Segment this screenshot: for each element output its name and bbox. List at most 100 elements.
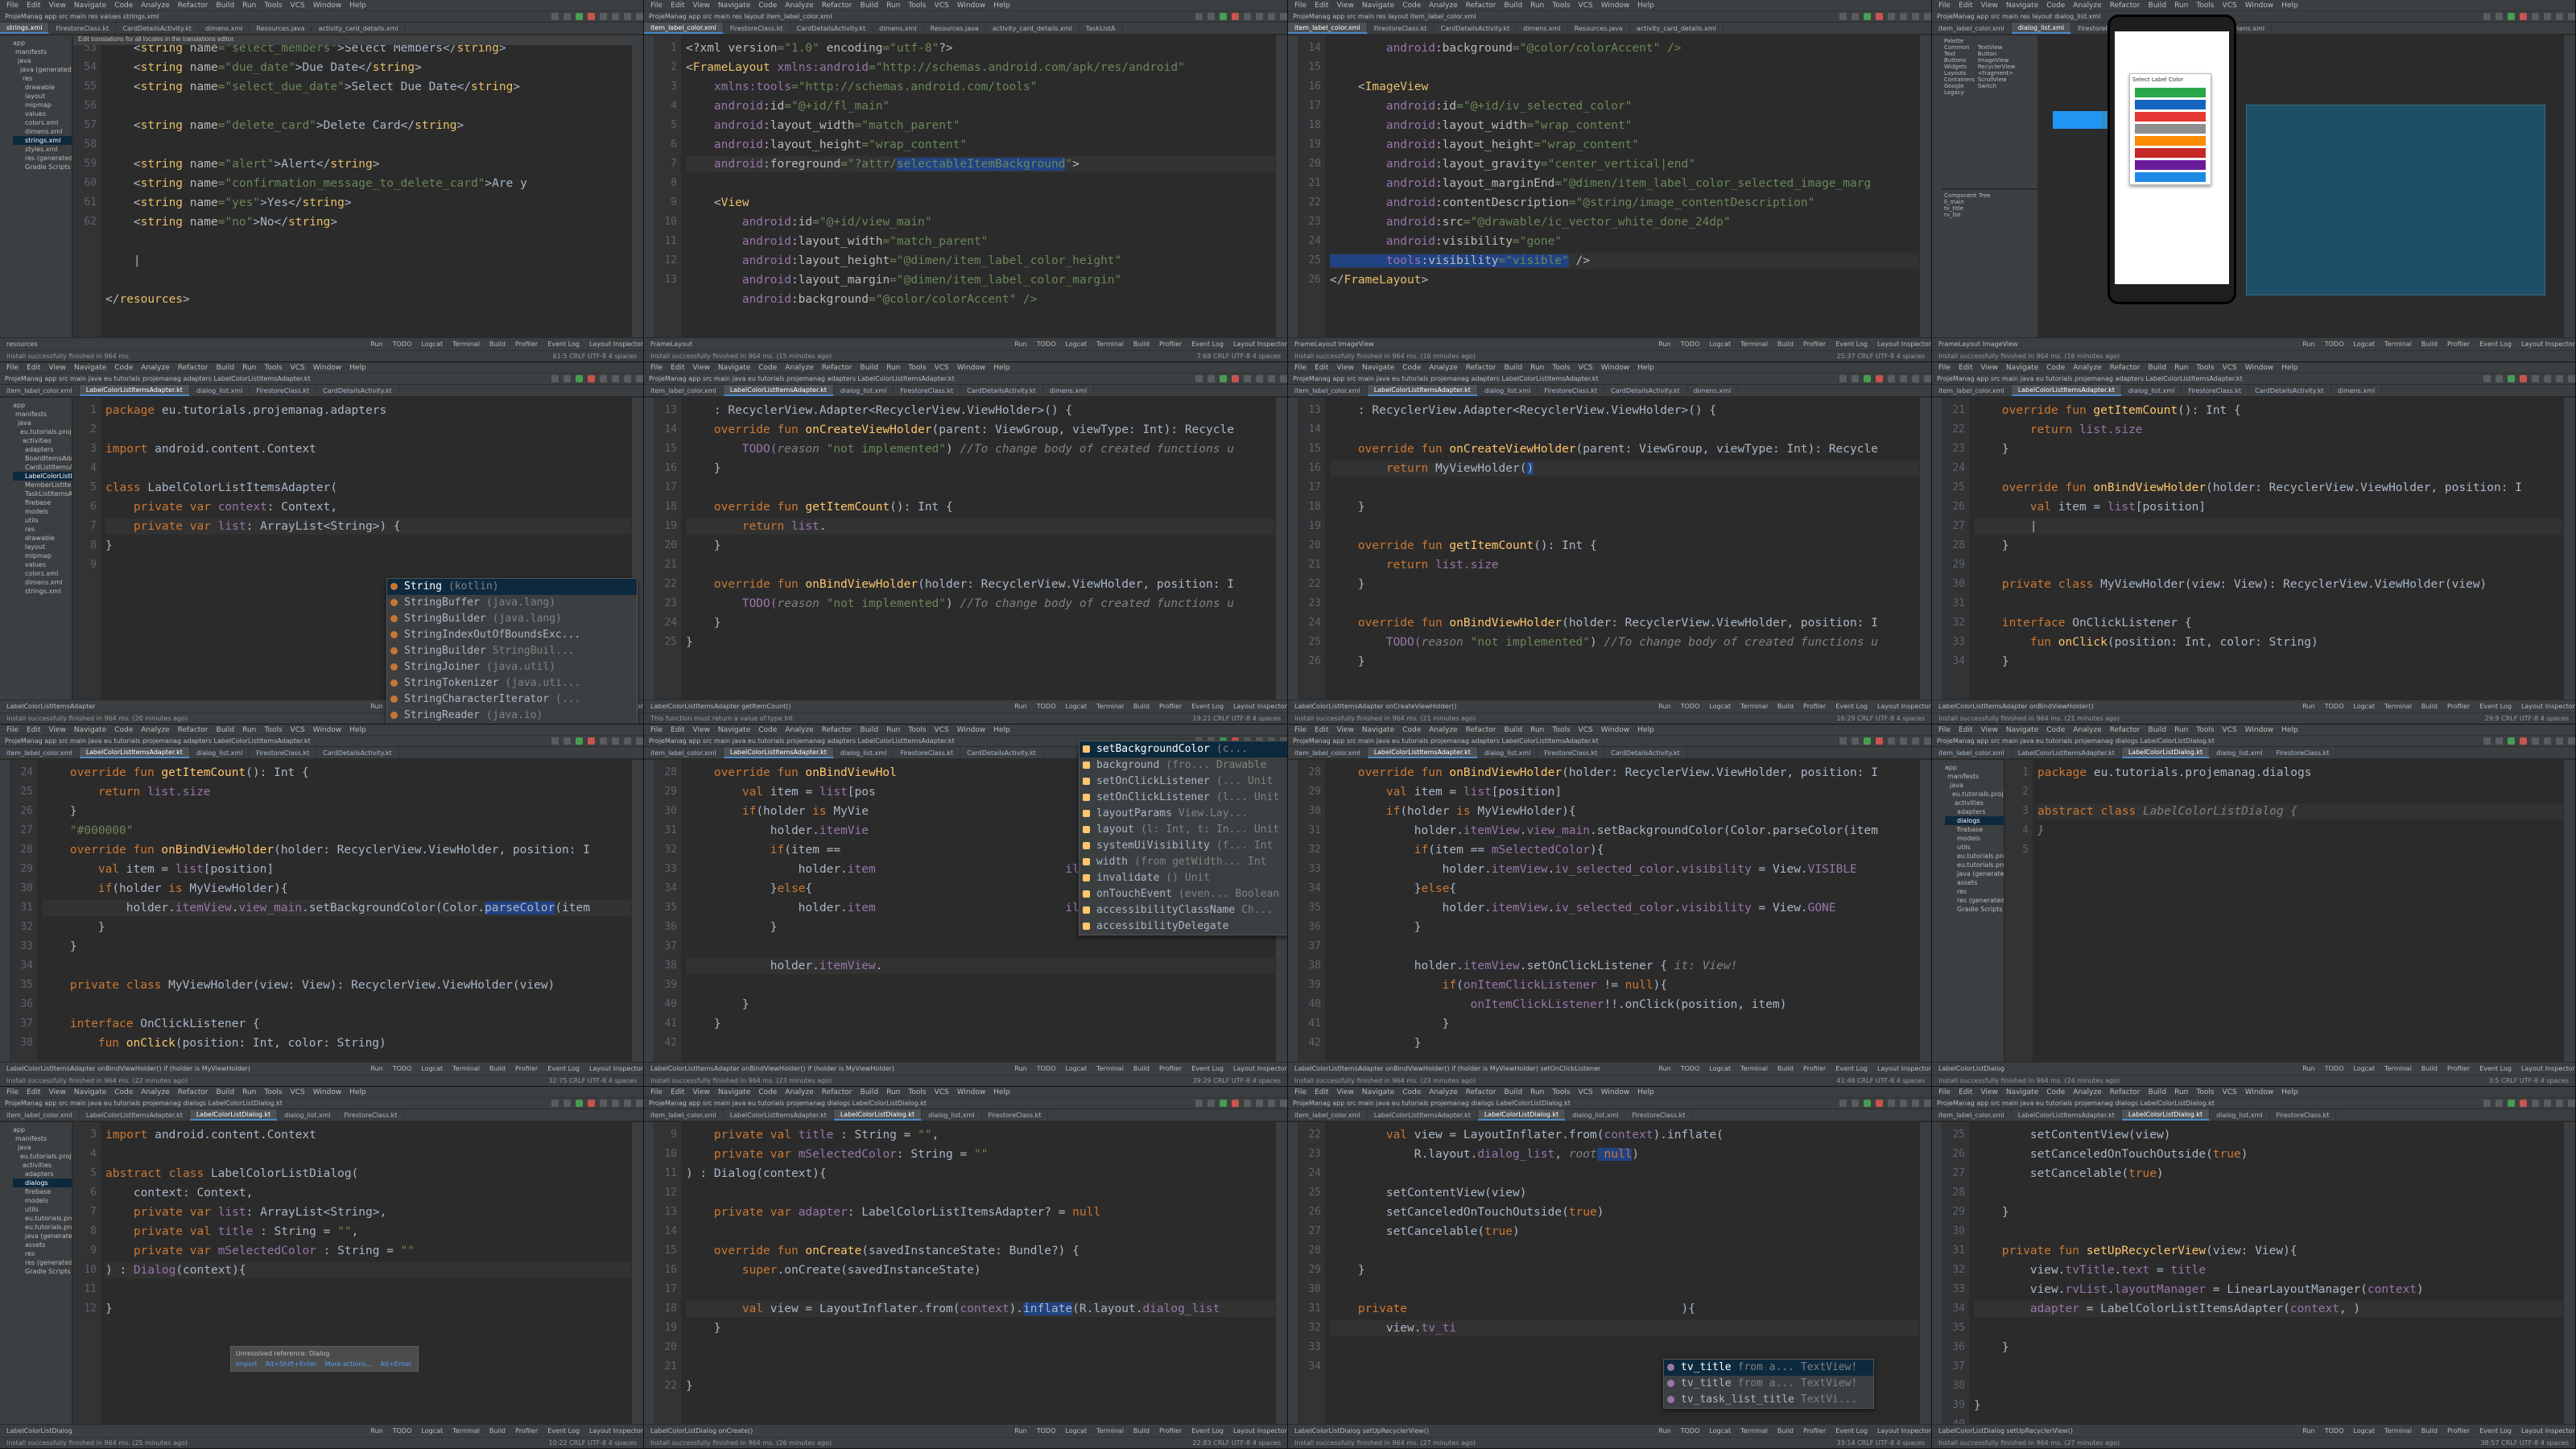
project-tree-item[interactable]: mipmap bbox=[13, 551, 72, 560]
editor-tab[interactable]: dimens.xml bbox=[1517, 23, 1568, 34]
editor-tab[interactable]: FirestoreClass.kt bbox=[1538, 385, 1605, 396]
tool-window-todo[interactable]: TODO bbox=[1681, 341, 1700, 348]
menu-item-file[interactable]: File bbox=[650, 2, 663, 10]
editor-tab[interactable]: item_label_color.xml bbox=[0, 385, 80, 396]
editor-tab[interactable]: CardDetailsActivity.kt bbox=[2248, 385, 2331, 396]
search-everywhere-icon[interactable] bbox=[636, 1100, 643, 1107]
editor-tab[interactable]: LabelColorListDialog.kt bbox=[2121, 747, 2211, 758]
menu-item-help[interactable]: Help bbox=[993, 726, 1010, 734]
menu-item-run[interactable]: Run bbox=[2174, 2, 2188, 10]
editor-tab[interactable]: LabelColorListDialog.kt bbox=[2121, 1109, 2211, 1121]
menu-item-run[interactable]: Run bbox=[1530, 364, 1544, 372]
menu-item-file[interactable]: File bbox=[1294, 2, 1307, 10]
menu-item-code[interactable]: Code bbox=[114, 364, 133, 372]
menu-item-vcs[interactable]: VCS bbox=[1579, 2, 1593, 10]
menu-item-view[interactable]: View bbox=[1337, 364, 1354, 372]
run-config-icon[interactable] bbox=[2496, 737, 2503, 745]
menu-item-analyze[interactable]: Analyze bbox=[2073, 726, 2101, 734]
editor-tab[interactable]: dimens.xml bbox=[1043, 385, 1095, 396]
caret-position[interactable]: 32:75 CRLF UTF-8 4 spaces bbox=[549, 1077, 637, 1084]
sdk-manager-icon[interactable] bbox=[1268, 375, 1275, 382]
search-everywhere-icon[interactable] bbox=[1280, 13, 1287, 20]
search-everywhere-icon[interactable] bbox=[636, 13, 643, 20]
menu-item-edit[interactable]: Edit bbox=[671, 726, 684, 734]
editor-tab[interactable]: CardDetailsActivity.kt bbox=[960, 747, 1043, 758]
menu-item-help[interactable]: Help bbox=[993, 2, 1010, 10]
menu-item-navigate[interactable]: Navigate bbox=[74, 726, 106, 734]
menu-item-edit[interactable]: Edit bbox=[1315, 726, 1328, 734]
editor-footer-breadcrumb[interactable]: LabelColorListDialog bbox=[6, 1427, 72, 1435]
menu-item-navigate[interactable]: Navigate bbox=[2006, 1088, 2038, 1096]
code-area[interactable]: : RecyclerView.Adapter<RecyclerView.View… bbox=[1330, 398, 1920, 700]
menu-item-view[interactable]: View bbox=[49, 726, 66, 734]
editor-tab[interactable]: dimens.xml bbox=[1687, 385, 1739, 396]
project-tree-item[interactable]: values bbox=[13, 109, 72, 118]
menu-item-analyze[interactable]: Analyze bbox=[785, 726, 813, 734]
menu-item-refactor[interactable]: Refactor bbox=[178, 2, 208, 10]
menu-item-refactor[interactable]: Refactor bbox=[1466, 1088, 1496, 1096]
menu-item-refactor[interactable]: Refactor bbox=[178, 364, 208, 372]
sync-icon[interactable] bbox=[600, 375, 607, 382]
avd-manager-icon[interactable] bbox=[1256, 1100, 1263, 1107]
tool-window-profiler[interactable]: Profiler bbox=[1803, 703, 1826, 710]
menu-item-analyze[interactable]: Analyze bbox=[141, 1088, 169, 1096]
project-tree-item[interactable]: assets bbox=[1945, 878, 2004, 887]
menu-item-tools[interactable]: Tools bbox=[908, 2, 926, 10]
completion-item[interactable]: systemUiVisibility (f... Int bbox=[1080, 838, 1287, 854]
avd-manager-icon[interactable] bbox=[2544, 1100, 2551, 1107]
menu-item-build[interactable]: Build bbox=[861, 2, 879, 10]
menu-item-window[interactable]: Window bbox=[1601, 2, 1630, 10]
tool-window-layout-inspector[interactable]: Layout Inspector bbox=[589, 1427, 643, 1435]
editor-tab[interactable]: FirestoreClass.kt bbox=[338, 1109, 405, 1121]
run-config-icon[interactable] bbox=[564, 1100, 571, 1107]
editor-tab[interactable]: LabelColorListItemsAdapter.kt bbox=[2011, 385, 2122, 396]
menu-item-code[interactable]: Code bbox=[2046, 726, 2065, 734]
editor-tab[interactable]: LabelColorListDialog.kt bbox=[1477, 1109, 1567, 1121]
avd-manager-icon[interactable] bbox=[612, 737, 619, 745]
caret-position[interactable]: 33:14 CRLF UTF-8 4 spaces bbox=[1837, 1439, 1925, 1447]
code-area[interactable]: : RecyclerView.Adapter<RecyclerView.View… bbox=[686, 398, 1276, 700]
tool-window-event-log[interactable]: Event Log bbox=[1191, 341, 1224, 348]
run-icon[interactable] bbox=[1864, 13, 1871, 20]
menu-item-file[interactable]: File bbox=[1294, 726, 1307, 734]
tool-window-todo[interactable]: TODO bbox=[1037, 1065, 1056, 1072]
run-icon[interactable] bbox=[1220, 13, 1227, 20]
project-tree-item[interactable]: res bbox=[13, 525, 72, 534]
tool-window-profiler[interactable]: Profiler bbox=[1159, 1427, 1182, 1435]
menu-item-tools[interactable]: Tools bbox=[264, 1088, 282, 1096]
menu-item-file[interactable]: File bbox=[1938, 726, 1951, 734]
tool-window-layout-inspector[interactable]: Layout Inspector bbox=[2521, 703, 2575, 710]
tool-window-layout-inspector[interactable]: Layout Inspector bbox=[1233, 341, 1287, 348]
completion-item[interactable]: StringCharacterIterator (... bbox=[387, 691, 637, 708]
navigation-breadcrumb[interactable]: ProjeManag app src main res layout dialo… bbox=[1937, 13, 2100, 20]
run-icon[interactable] bbox=[1220, 1100, 1227, 1107]
tool-window-layout-inspector[interactable]: Layout Inspector bbox=[1877, 1427, 1931, 1435]
tool-window-layout-inspector[interactable]: Layout Inspector bbox=[1233, 1427, 1287, 1435]
tooltip-action[interactable]: More actions... bbox=[324, 1360, 372, 1368]
right-tool-strip[interactable] bbox=[1275, 1122, 1287, 1424]
menu-item-file[interactable]: File bbox=[650, 726, 663, 734]
menu-item-navigate[interactable]: Navigate bbox=[2006, 364, 2038, 372]
run-config-icon[interactable] bbox=[2496, 1100, 2503, 1107]
code-completion-popup[interactable]: setBackgroundColor (c... background (fro...… bbox=[1079, 741, 1287, 935]
menu-item-edit[interactable]: Edit bbox=[27, 2, 40, 10]
tool-window-logcat[interactable]: Logcat bbox=[2353, 1427, 2375, 1435]
tool-window-layout-inspector[interactable]: Layout Inspector bbox=[2521, 1427, 2575, 1435]
menu-item-file[interactable]: File bbox=[6, 2, 19, 10]
project-tree-item[interactable]: java (generated) bbox=[1945, 869, 2004, 878]
editor-tab[interactable]: FirestoreClass.kt bbox=[1538, 747, 1605, 758]
menu-item-run[interactable]: Run bbox=[242, 2, 256, 10]
make-project-icon[interactable] bbox=[1839, 13, 1847, 20]
editor-tab[interactable]: activity_card_details.xml bbox=[312, 23, 406, 34]
project-tree-item[interactable]: java bbox=[13, 56, 72, 65]
completion-item[interactable]: String (kotlin) bbox=[387, 579, 637, 595]
editor-tab[interactable]: dialog_list.xml bbox=[2210, 747, 2270, 758]
menu-item-refactor[interactable]: Refactor bbox=[2110, 1088, 2140, 1096]
caret-position[interactable]: 61:5 CRLF UTF-8 4 spaces bbox=[553, 353, 637, 360]
project-tree-item[interactable]: activities bbox=[13, 1161, 72, 1170]
tool-window-logcat[interactable]: Logcat bbox=[1065, 703, 1087, 710]
menu-item-window[interactable]: Window bbox=[1601, 364, 1630, 372]
tool-window-terminal[interactable]: Terminal bbox=[1096, 1065, 1124, 1072]
menu-item-code[interactable]: Code bbox=[1402, 1088, 1421, 1096]
run-icon[interactable] bbox=[2508, 737, 2515, 745]
